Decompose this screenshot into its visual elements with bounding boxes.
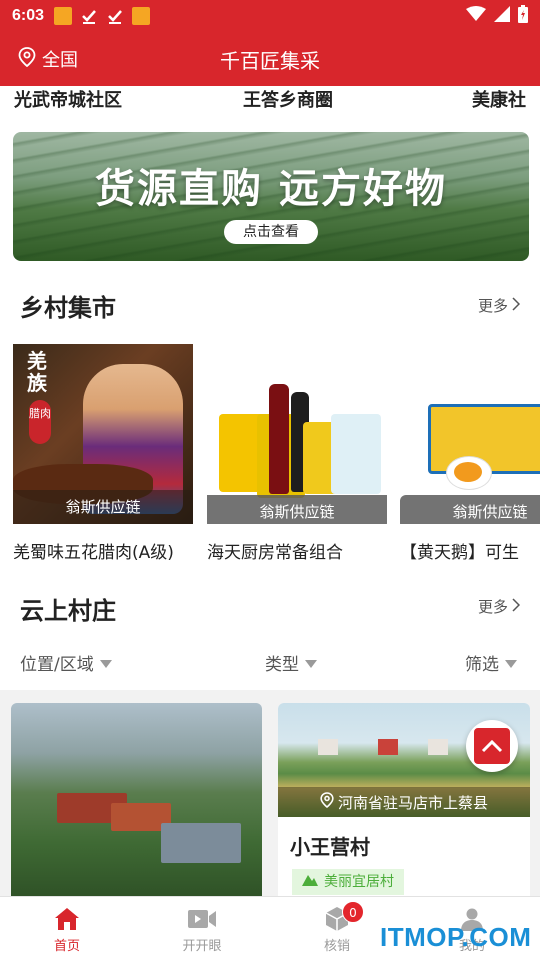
- village-card[interactable]: [11, 703, 262, 903]
- notification-app-icon: [54, 7, 73, 25]
- supplier-tag: 翁斯供应链: [13, 490, 193, 524]
- tab-home[interactable]: 首页: [22, 905, 112, 954]
- download-done-icon: [80, 7, 98, 25]
- cube-icon: [292, 905, 382, 933]
- village-name: 小王营村: [290, 835, 370, 859]
- signal-icon: [494, 6, 510, 26]
- product-image: 翁斯供应链: [400, 344, 540, 524]
- caret-down-icon: [99, 659, 112, 668]
- village-grid: 河南省驻马店市上蔡县 小王营村 美丽宜居村: [0, 700, 540, 903]
- back-to-top-button[interactable]: [466, 720, 518, 772]
- house-image: [428, 739, 448, 755]
- filter-type[interactable]: 类型: [265, 650, 317, 675]
- page-title: 千百匠集采: [220, 49, 320, 73]
- cloud-villages-title: 云上村庄: [20, 597, 116, 625]
- village-category-label: 美丽宜居村: [324, 874, 394, 890]
- tab-redeem[interactable]: 核销 0: [292, 901, 382, 954]
- community-item[interactable]: 美康社: [472, 86, 526, 112]
- tab-explore[interactable]: 开开眼: [157, 905, 247, 954]
- notification-app-icon: [132, 7, 151, 25]
- divider: [0, 690, 540, 700]
- tab-label: 首页: [53, 939, 80, 954]
- product-badge: 羌族: [27, 349, 47, 395]
- caret-down-icon: [505, 659, 517, 668]
- battery-icon: [518, 5, 528, 27]
- download-done-icon: [106, 7, 124, 25]
- product-image: 羌族 腊肉 翁斯供应链: [13, 344, 193, 524]
- product-card[interactable]: 翁斯供应链 海天厨房常备组合: [207, 344, 387, 563]
- egg-yolk: [454, 462, 482, 482]
- supplier-tag: 翁斯供应链: [400, 495, 540, 524]
- house-image: [318, 739, 338, 755]
- filter-label: 类型: [265, 655, 299, 675]
- product-card[interactable]: 羌族 腊肉 翁斯供应链 羌蜀味五花腊肉(A级): [13, 344, 193, 563]
- watermark: ITMOP.COM: [380, 922, 532, 952]
- product-name: 【黄天鹅】可生: [400, 543, 519, 563]
- product-name: 海天厨房常备组合: [207, 543, 343, 563]
- product-carousel[interactable]: 羌族 腊肉 翁斯供应链 羌蜀味五花腊肉(A级) 翁斯供应链 海天厨房常备组合 翁…: [0, 344, 540, 574]
- banner-cta-button[interactable]: 点击查看: [224, 220, 318, 244]
- filter-location[interactable]: 位置/区域: [20, 650, 112, 675]
- more-label: 更多: [477, 297, 508, 315]
- mountain-icon: [302, 869, 318, 895]
- status-bar: 6:03: [0, 0, 540, 32]
- houses-image: [161, 823, 241, 863]
- village-filters: 位置/区域 类型 筛选: [0, 640, 540, 680]
- more-label: 更多: [477, 598, 508, 616]
- chevron-right-icon: [512, 597, 521, 616]
- rural-market-title: 乡村集市: [20, 294, 116, 322]
- product-badge-seal: 腊肉: [29, 400, 51, 444]
- supplier-tag: 翁斯供应链: [207, 495, 387, 524]
- video-icon: [157, 905, 247, 933]
- promo-banner[interactable]: 货源直购 远方好物 点击查看: [13, 132, 529, 261]
- app-header: 全国 千百匠集采: [0, 32, 540, 86]
- chevron-right-icon: [512, 296, 521, 315]
- product-card[interactable]: 翁斯供应链 【黄天鹅】可生: [400, 344, 540, 563]
- filter-label: 筛选: [465, 655, 499, 675]
- arrow-up-icon: [474, 728, 510, 764]
- home-icon: [22, 905, 112, 933]
- soy-sauce-bottle: [269, 384, 289, 494]
- cloud-villages-more-link[interactable]: 更多: [477, 596, 521, 617]
- location-pin-icon: [320, 792, 334, 812]
- banner-headline: 货源直购 远方好物: [95, 166, 447, 212]
- product-name: 羌蜀味五花腊肉(A级): [13, 543, 174, 563]
- product-image: 翁斯供应链: [207, 344, 387, 524]
- filter-more[interactable]: 筛选: [465, 650, 517, 675]
- village-category-tag: 美丽宜居村: [292, 869, 404, 895]
- rural-market-more-link[interactable]: 更多: [477, 295, 521, 316]
- status-time: 6:03: [12, 7, 45, 24]
- community-item[interactable]: 王答乡商圈: [243, 86, 333, 112]
- community-item[interactable]: 光武帝城社区: [14, 86, 122, 112]
- filter-label: 位置/区域: [20, 655, 94, 675]
- village-location-label: 河南省驻马店市上蔡县: [337, 793, 488, 812]
- tab-label: 核销: [323, 939, 350, 954]
- wifi-icon: [466, 6, 486, 26]
- village-location: 河南省驻马店市上蔡县: [278, 787, 530, 817]
- caret-down-icon: [305, 659, 317, 668]
- tab-label: 开开眼: [182, 939, 222, 954]
- house-image: [378, 739, 398, 755]
- starch-pack: [331, 414, 381, 494]
- notification-badge: 0: [342, 901, 364, 923]
- community-scroller[interactable]: 光武帝城社区 王答乡商圈 美康社: [0, 86, 540, 112]
